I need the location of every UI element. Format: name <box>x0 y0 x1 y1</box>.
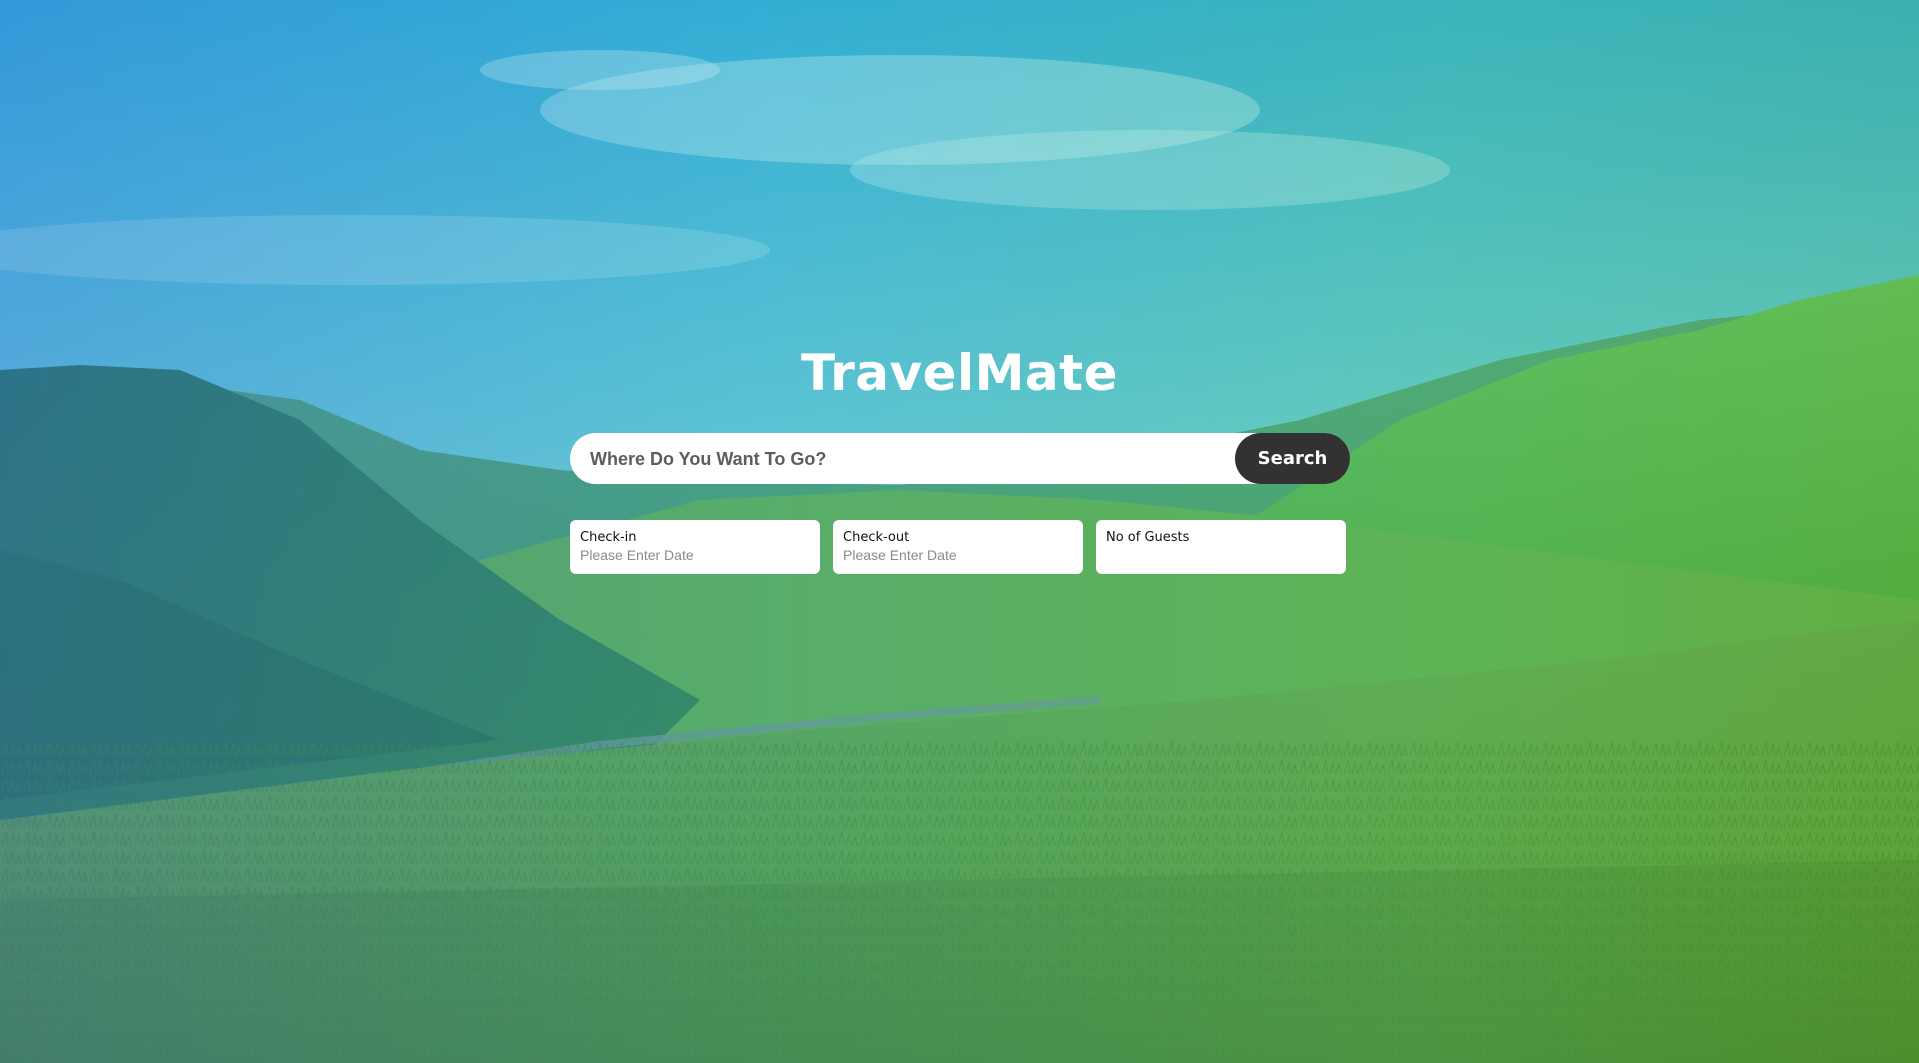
page-title: TravelMate <box>801 344 1118 402</box>
destination-search-input[interactable] <box>588 433 1232 486</box>
checkin-label: Check-in <box>580 530 637 545</box>
guests-label: No of Guests <box>1106 530 1190 545</box>
checkin-date-input[interactable] <box>580 546 805 564</box>
checkin-field[interactable]: Check-in <box>570 520 820 574</box>
guests-count-input[interactable] <box>1106 546 1331 564</box>
checkout-date-input[interactable] <box>843 546 1068 564</box>
guests-field[interactable]: No of Guests <box>1096 520 1346 574</box>
checkout-field[interactable]: Check-out <box>833 520 1083 574</box>
checkout-label: Check-out <box>843 530 910 545</box>
destination-search-bar: Search <box>570 433 1350 486</box>
search-button[interactable]: Search <box>1235 433 1350 484</box>
hero-section: TravelMate Search Check-in Check-out No … <box>0 0 1919 1063</box>
